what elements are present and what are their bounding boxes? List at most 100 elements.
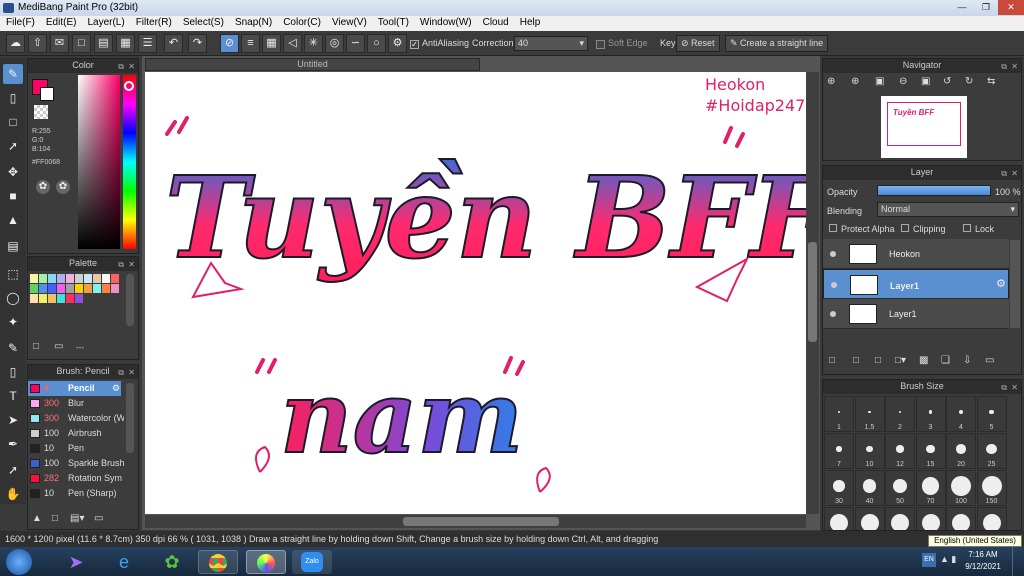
brush-size-cell[interactable]: 50: [885, 470, 915, 506]
palette-swatch[interactable]: [39, 294, 47, 303]
layer-item[interactable]: Heokon: [823, 239, 1009, 269]
menu-file[interactable]: File(F): [0, 16, 40, 31]
brush-size-cell[interactable]: 3: [915, 396, 946, 432]
menu-tool[interactable]: Tool(T): [372, 16, 414, 31]
visibility-icon[interactable]: [830, 251, 836, 257]
redo-icon[interactable]: ↷: [188, 34, 207, 53]
brush-size-cell[interactable]: 4: [946, 396, 976, 432]
close-icon[interactable]: ✕: [1011, 60, 1018, 73]
palette-scrollbar[interactable]: [126, 274, 134, 326]
curve-snap-icon[interactable]: ∽: [346, 34, 365, 53]
soft-edge-checkbox[interactable]: [596, 40, 605, 49]
notification-icons[interactable]: ▲ ▮: [940, 554, 956, 565]
layer-scrollbar[interactable]: [1010, 240, 1020, 328]
undock-icon[interactable]: ⧉: [1001, 167, 1007, 180]
palette-swatch[interactable]: [39, 284, 47, 293]
duplicate-layer-icon[interactable]: ❏: [941, 355, 950, 366]
flip-icon[interactable]: ⇆: [987, 76, 995, 87]
undock-icon[interactable]: ⧉: [1001, 381, 1007, 394]
bucket-tool-icon[interactable]: ▲: [3, 210, 23, 230]
menu-window[interactable]: Window(W): [414, 16, 477, 31]
chat-icon[interactable]: □: [72, 34, 91, 53]
color-wheel-icon[interactable]: ✿: [36, 180, 50, 194]
opacity-slider[interactable]: [877, 185, 991, 196]
brush-item[interactable]: 10 Pen (Sharp): [28, 486, 121, 501]
eraser-tool-icon[interactable]: ▯: [3, 88, 23, 108]
settings-icon[interactable]: ⚙: [388, 34, 407, 53]
list-icon[interactable]: ☰: [138, 34, 157, 53]
rotate-left-icon[interactable]: ↺: [943, 76, 951, 87]
lasso-tool-icon[interactable]: ◯: [3, 288, 23, 308]
text-tool-icon[interactable]: T: [3, 386, 23, 406]
correction-select[interactable]: 40 ▾: [514, 36, 588, 51]
menu-layer[interactable]: Layer(L): [81, 16, 129, 31]
brush-item[interactable]: 282 Rotation Sym: [28, 471, 122, 486]
add-layer-menu-icon[interactable]: □▾: [895, 355, 906, 366]
hue-slider[interactable]: [123, 75, 136, 249]
brush-size-cell[interactable]: 7: [824, 433, 854, 469]
palette-swatch[interactable]: [66, 294, 74, 303]
gear-icon[interactable]: ⚙: [112, 381, 120, 396]
gear-icon[interactable]: ⚙: [996, 278, 1006, 291]
select-eraser-icon[interactable]: ▯: [3, 362, 23, 382]
background-color[interactable]: [40, 87, 54, 101]
palette-swatch[interactable]: [111, 274, 119, 283]
palette-swatch[interactable]: [48, 284, 56, 293]
snap-off-icon[interactable]: ⊘: [220, 34, 239, 53]
brush-size-cell[interactable]: 1: [824, 396, 854, 432]
palette-swatch[interactable]: [30, 294, 38, 303]
brush-item[interactable]: 300 Blur: [28, 396, 121, 411]
fit-icon[interactable]: ▣: [875, 76, 884, 87]
menu-view[interactable]: View(V): [326, 16, 372, 31]
palette-swatch[interactable]: [57, 274, 65, 283]
palette-swatch[interactable]: [48, 294, 56, 303]
brush-size-cell[interactable]: 5: [976, 396, 1007, 432]
navigator-preview[interactable]: Tuyền BFF: [881, 96, 967, 158]
grid-icon[interactable]: ▦: [116, 34, 135, 53]
brush-tool-icon[interactable]: ✎: [3, 64, 23, 84]
cloud-icon[interactable]: ☁: [6, 34, 25, 53]
vertical-scroll-thumb[interactable]: [808, 242, 817, 342]
merge-down-icon[interactable]: ⇩: [963, 355, 971, 366]
brush-size-cell[interactable]: [915, 507, 946, 530]
undo-icon[interactable]: ↶: [164, 34, 183, 53]
visibility-icon[interactable]: [831, 282, 837, 288]
concentric-snap-icon[interactable]: ◎: [325, 34, 344, 53]
brush-size-cell[interactable]: 10: [854, 433, 885, 469]
zoom-out-icon[interactable]: ⊖: [899, 76, 907, 87]
delete-layer-icon[interactable]: ▭: [985, 355, 994, 366]
brush-size-cell[interactable]: 150: [976, 470, 1007, 506]
folder-icon[interactable]: ▩: [919, 355, 928, 366]
new-palette-icon[interactable]: □: [33, 341, 39, 352]
brush-size-cell[interactable]: [946, 507, 976, 530]
start-button[interactable]: [6, 549, 32, 575]
palette-swatch[interactable]: [102, 284, 110, 293]
new-layer-icon[interactable]: □: [829, 355, 835, 366]
close-icon[interactable]: ✕: [128, 258, 135, 271]
brush-size-cell[interactable]: 25: [976, 433, 1007, 469]
menu-filter[interactable]: Filter(R): [130, 16, 177, 31]
brush-size-cell[interactable]: 12: [885, 433, 915, 469]
brush-size-cell[interactable]: 70: [915, 470, 946, 506]
palette-swatch[interactable]: [48, 274, 56, 283]
palette-swatch[interactable]: [66, 274, 74, 283]
menu-cloud[interactable]: Cloud: [477, 16, 514, 31]
brush-size-cell[interactable]: 2: [885, 396, 915, 432]
brush-item[interactable]: 100 Sparkle Brush: [28, 456, 124, 471]
horizontal-scrollbar[interactable]: [145, 515, 806, 528]
magic-wand-icon[interactable]: ✦: [3, 312, 23, 332]
blur-tool-icon[interactable]: ➚: [3, 136, 23, 156]
palette-swatch[interactable]: [57, 284, 65, 293]
internet-explorer-icon[interactable]: e: [104, 550, 144, 574]
palette-swatch[interactable]: [111, 284, 119, 293]
hand-tool-icon[interactable]: ✋: [3, 484, 23, 504]
gradient-tool-icon[interactable]: ▤: [3, 236, 23, 256]
undock-icon[interactable]: ⧉: [118, 60, 124, 73]
palette-swatch[interactable]: [84, 274, 92, 283]
actual-size-icon[interactable]: ▣: [921, 76, 930, 87]
clipping-checkbox[interactable]: [901, 224, 909, 232]
palette-swatch[interactable]: [75, 294, 83, 303]
lock-checkbox[interactable]: [963, 224, 971, 232]
brush-size-cell[interactable]: 40: [854, 470, 885, 506]
rotate-right-icon[interactable]: ↻: [965, 76, 973, 87]
